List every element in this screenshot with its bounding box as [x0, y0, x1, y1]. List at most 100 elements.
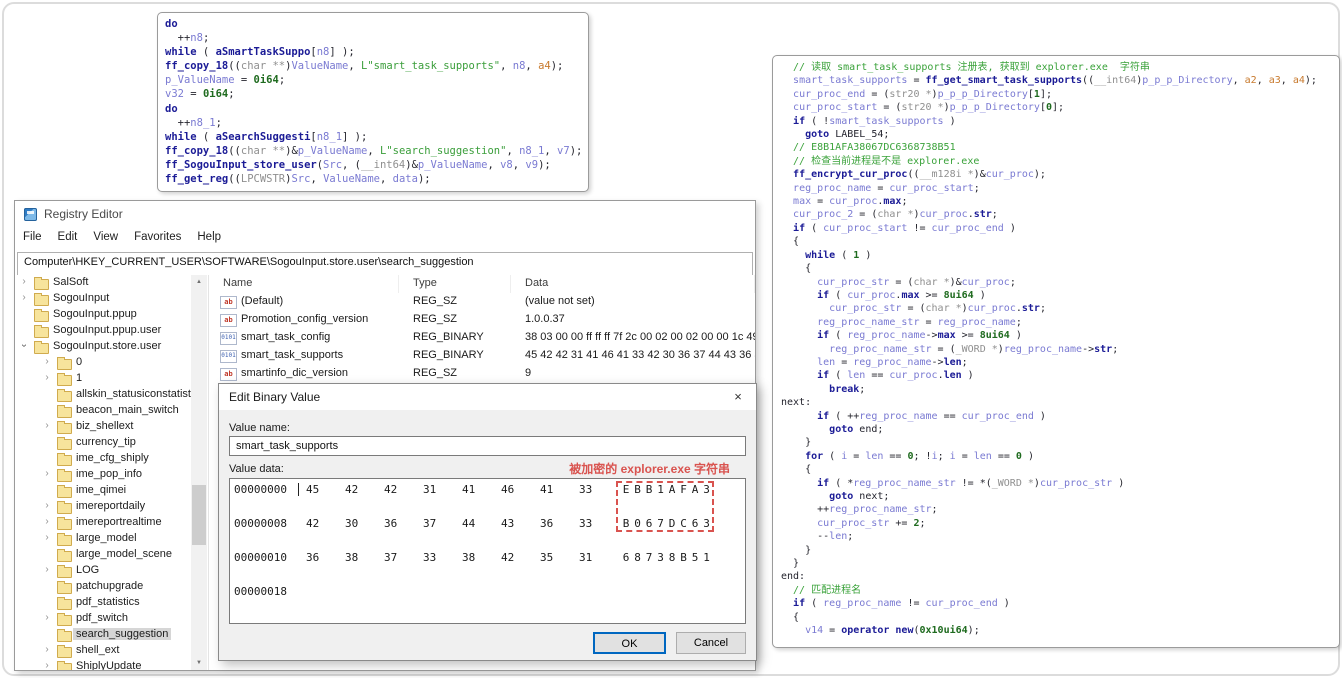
menu-item-edit[interactable]: Edit	[50, 227, 86, 243]
address-input[interactable]: Computer\HKEY_CURRENT_USER\SOFTWARE\Sogo…	[17, 252, 753, 277]
tree-item-label[interactable]: SogouInput.ppup.user	[50, 324, 164, 336]
expand-icon[interactable]: ›	[42, 420, 52, 431]
expand-icon[interactable]: ›	[42, 644, 52, 655]
tree-item-label[interactable]: ime_qimei	[73, 484, 129, 496]
tree-item-label[interactable]: SogouInput	[50, 292, 112, 304]
column-header-data[interactable]: Data	[511, 275, 755, 293]
hex-byte[interactable]: 44	[462, 515, 501, 532]
tree-item-label[interactable]: currency_tip	[73, 436, 139, 448]
tree-item-0[interactable]: › 0	[15, 355, 191, 371]
value-name[interactable]: smart_task_config	[241, 331, 330, 343]
tree-item-SalSoft[interactable]: › SalSoft	[15, 275, 191, 291]
tree-item-label[interactable]: SogouInput.ppup	[50, 308, 140, 320]
menu-item-file[interactable]: File	[15, 227, 50, 243]
tree-item-label[interactable]: 1	[73, 372, 85, 384]
column-header-name[interactable]: Name	[209, 275, 399, 293]
hex-byte[interactable]: 42	[501, 549, 540, 566]
tree-item-label[interactable]: imereportdaily	[73, 500, 148, 512]
hex-byte[interactable]: 41	[540, 481, 579, 498]
hex-byte[interactable]: 33	[579, 481, 618, 498]
tree-item-label[interactable]: ime_pop_info	[73, 468, 145, 480]
tree-item-ime_qimei[interactable]: ime_qimei	[15, 483, 191, 499]
value-name-field[interactable]: smart_task_supports	[229, 436, 746, 456]
tree-item-biz_shellext[interactable]: › biz_shellext	[15, 419, 191, 435]
tree-item-label[interactable]: search_suggestion	[73, 628, 172, 640]
tree-scrollbar[interactable]: ▲ ▼	[191, 275, 207, 670]
tree-item-label[interactable]: LOG	[73, 564, 102, 576]
expand-icon[interactable]: ›	[42, 500, 52, 511]
tree-item-allskin_statusiconstatistics[interactable]: allskin_statusiconstatistics	[15, 387, 191, 403]
expand-icon[interactable]: ›	[42, 516, 52, 527]
ok-button[interactable]: OK	[593, 632, 666, 654]
menu-item-favorites[interactable]: Favorites	[126, 227, 189, 243]
menu-item-view[interactable]: View	[85, 227, 126, 243]
menu-item-help[interactable]: Help	[189, 227, 229, 243]
value-name[interactable]: smartinfo_dic_version	[241, 367, 348, 379]
expand-icon[interactable]: ›	[42, 564, 52, 575]
value-row[interactable]: Promotion_config_version REG_SZ 1.0.0.37	[209, 311, 755, 329]
hex-byte[interactable]: 33	[423, 549, 462, 566]
hex-byte[interactable]: 38	[462, 549, 501, 566]
scroll-up-icon[interactable]: ▲	[191, 275, 207, 289]
hex-byte[interactable]: 31	[579, 549, 618, 566]
tree-item-ime_cfg_shiply[interactable]: ime_cfg_shiply	[15, 451, 191, 467]
cancel-button[interactable]: Cancel	[676, 632, 746, 654]
tree-item-ShiplyUpdate[interactable]: › ShiplyUpdate	[15, 659, 191, 670]
tree-item-currency_tip[interactable]: currency_tip	[15, 435, 191, 451]
tree-item-SogouInput.ppup[interactable]: SogouInput.ppup	[15, 307, 191, 323]
value-row[interactable]: (Default) REG_SZ (value not set)	[209, 293, 755, 311]
tree-item-beacon_main_switch[interactable]: beacon_main_switch	[15, 403, 191, 419]
column-header-type[interactable]: Type	[399, 275, 511, 293]
tree-item-patchupgrade[interactable]: patchupgrade	[15, 579, 191, 595]
tree-item-label[interactable]: imereportrealtime	[73, 516, 165, 528]
tree-item-SogouInput.store.user[interactable]: › SogouInput.store.user	[15, 339, 191, 355]
hex-byte[interactable]: 46	[501, 481, 540, 498]
tree-item-SogouInput.ppup.user[interactable]: SogouInput.ppup.user	[15, 323, 191, 339]
tree-item-large_model[interactable]: › large_model	[15, 531, 191, 547]
expand-icon[interactable]: ›	[42, 532, 52, 543]
expand-icon[interactable]: ›	[19, 276, 29, 287]
tree-item-label[interactable]: beacon_main_switch	[73, 404, 182, 416]
hex-byte[interactable]: 42	[345, 481, 384, 498]
tree-item-pdf_switch[interactable]: › pdf_switch	[15, 611, 191, 627]
value-row[interactable]: smart_task_config REG_BINARY 38 03 00 00 f…	[209, 329, 755, 347]
tree-item-imereportdaily[interactable]: › imereportdaily	[15, 499, 191, 515]
expand-icon[interactable]: ›	[42, 356, 52, 367]
tree-item-label[interactable]: patchupgrade	[73, 580, 146, 592]
value-row[interactable]: smartinfo_dic_version REG_SZ 9	[209, 365, 755, 383]
tree-item-label[interactable]: pdf_statistics	[73, 596, 143, 608]
tree-item-pdf_statistics[interactable]: pdf_statistics	[15, 595, 191, 611]
tree-item-label[interactable]: large_model	[73, 532, 140, 544]
hex-byte[interactable]: 36	[384, 515, 423, 532]
expand-icon[interactable]: ›	[42, 660, 52, 670]
tree-item-label[interactable]: ShiplyUpdate	[73, 660, 144, 670]
dialog-titlebar[interactable]: Edit Binary Value ×	[219, 384, 756, 410]
expand-icon[interactable]: ›	[42, 372, 52, 383]
hex-byte[interactable]: 42	[384, 481, 423, 498]
hex-byte[interactable]: 42	[306, 515, 345, 532]
tree-item-imereportrealtime[interactable]: › imereportrealtime	[15, 515, 191, 531]
hex-byte[interactable]: 45	[306, 481, 345, 498]
tree-item-LOG[interactable]: › LOG	[15, 563, 191, 579]
hex-byte[interactable]: 37	[423, 515, 462, 532]
tree-item-large_model_scene[interactable]: large_model_scene	[15, 547, 191, 563]
hex-byte[interactable]: 43	[501, 515, 540, 532]
value-name[interactable]: Promotion_config_version	[241, 313, 368, 325]
tree-item-label[interactable]: allskin_statusiconstatistics	[73, 388, 191, 400]
value-row[interactable]: smart_task_supports REG_BINARY 45 42 42 31…	[209, 347, 755, 365]
hex-byte[interactable]: 35	[540, 549, 579, 566]
expand-icon[interactable]: ›	[42, 468, 52, 479]
tree-item-search_suggestion[interactable]: search_suggestion	[15, 627, 191, 643]
tree-item-label[interactable]: 0	[73, 356, 85, 368]
hex-byte[interactable]: 31	[423, 481, 462, 498]
tree-item-label[interactable]: pdf_switch	[73, 612, 131, 624]
value-name[interactable]: smart_task_supports	[241, 349, 343, 361]
registry-titlebar[interactable]: Registry Editor	[15, 201, 755, 227]
hex-byte[interactable]: 30	[345, 515, 384, 532]
value-name[interactable]: (Default)	[241, 295, 283, 307]
expand-icon[interactable]: ›	[19, 292, 29, 303]
tree-item-1[interactable]: › 1	[15, 371, 191, 387]
hex-byte[interactable]: 36	[306, 549, 345, 566]
scrollbar-thumb[interactable]	[192, 485, 206, 545]
hex-byte[interactable]: 38	[345, 549, 384, 566]
